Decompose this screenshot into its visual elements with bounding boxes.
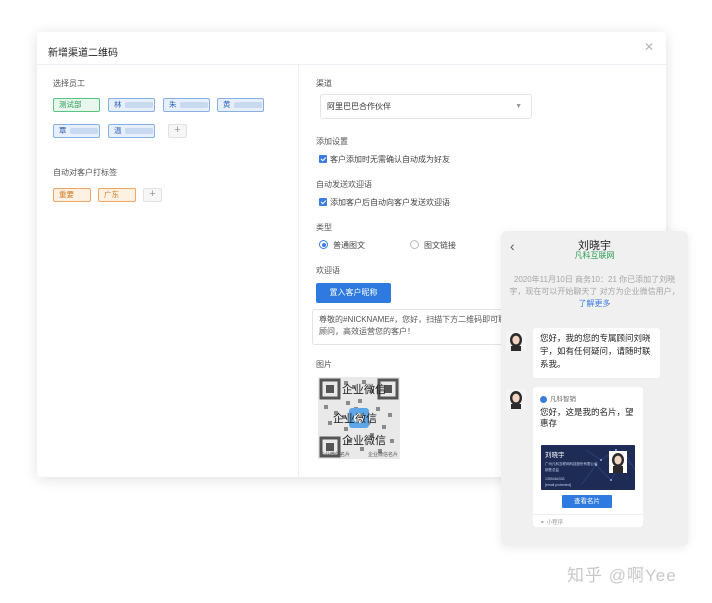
employee-chip[interactable]: 朱 — [163, 98, 210, 112]
insert-nickname-button[interactable]: 置入客户昵称 — [316, 283, 391, 303]
card-sender: 凡科智销 — [550, 396, 576, 403]
divider — [298, 65, 299, 477]
channel-select[interactable]: 阿里巴巴合作伙伴 ▼ — [320, 94, 532, 119]
view-card-button[interactable]: 查看名片 — [562, 495, 612, 508]
divider — [37, 64, 666, 65]
message-bubble: 您好，我的您的专属顾问刘晓宇，如有任何疑问，请随时联系我。 — [533, 328, 660, 378]
employee-chip[interactable]: 温 — [108, 124, 155, 138]
auto-welcome-checkbox[interactable] — [319, 198, 327, 206]
image-label: 图片 — [316, 360, 332, 369]
avatar — [506, 389, 526, 409]
auto-welcome-text: 添加客户后自动向客户发送欢迎语 — [330, 198, 450, 207]
qr-code-image[interactable]: 企业微信 企业微信 企业微信 企业微信名片 企业微信名片 — [318, 377, 400, 459]
avatar — [609, 451, 627, 473]
mini-program-icon: ⚭ — [540, 520, 545, 526]
tag-chip[interactable]: 广东 — [98, 188, 136, 202]
employee-chip[interactable]: 林 — [108, 98, 155, 112]
person-icon — [506, 331, 526, 351]
type-radio-link[interactable] — [410, 240, 419, 249]
person-icon — [506, 389, 526, 409]
avatar — [506, 331, 526, 351]
add-employee-button[interactable]: + — [168, 124, 187, 138]
qr-small-caption: 企业微信名片 — [320, 452, 351, 458]
person-icon — [612, 453, 624, 473]
auto-welcome-label: 自动发送欢迎语 — [316, 180, 372, 189]
employee-chip[interactable]: 覃 — [53, 124, 100, 138]
business-card-message[interactable]: 凡科智销 您好，这是我的名片，望惠存 刘晓宇 广州凡科互联网科技股份有限公司 销… — [533, 387, 643, 527]
add-tag-button[interactable]: + — [143, 188, 162, 202]
welcome-label: 欢迎语 — [316, 266, 340, 275]
employee-chip[interactable]: 黄 — [217, 98, 264, 112]
employee-label: 选择员工 — [53, 79, 85, 88]
type-label: 类型 — [316, 223, 332, 232]
tag-chip[interactable]: 重要 — [53, 188, 91, 202]
system-message: 2020年11月10日 商务10：21 你已添加了刘晓宇，现在可以开始聊天了 对… — [509, 275, 680, 308]
phone-preview: ‹ 刘晓宇 凡科互联网 2020年11月10日 商务10：21 你已添加了刘晓宇… — [501, 231, 688, 546]
qr-caption: 企业微信 — [342, 435, 386, 447]
watermark: 知乎 @啊Yee — [567, 566, 677, 585]
mini-program-label: 小程序 — [546, 520, 564, 526]
channel-label: 渠道 — [316, 79, 332, 88]
add-settings-label: 添加设置 — [316, 137, 348, 146]
learn-more-link[interactable]: 了解更多 — [579, 299, 611, 308]
sender-logo-icon — [540, 396, 547, 403]
card-email: [email protected] — [545, 483, 571, 487]
card-preview-image: 刘晓宇 广州凡科互联网科技股份有限公司 销售总监 1355464333 [ema… — [541, 445, 635, 490]
chat-header: ‹ 刘晓宇 凡科互联网 — [501, 231, 688, 266]
auto-friend-checkbox[interactable] — [319, 155, 327, 163]
card-title: 您好，这是我的名片，望惠存 — [540, 407, 634, 428]
employee-chip[interactable]: 测试部 — [53, 98, 100, 112]
chevron-down-icon: ▼ — [515, 103, 522, 110]
divider — [533, 514, 643, 515]
auto-tag-label: 自动对客户打标签 — [53, 168, 117, 177]
qr-caption: 企业微信 — [333, 413, 377, 425]
type-normal-text: 普通图文 — [333, 241, 365, 250]
auto-friend-text: 客户添加时无需确认自动成为好友 — [330, 155, 450, 164]
contact-org: 凡科互联网 — [574, 251, 615, 260]
qr-caption: 企业微信 — [342, 384, 386, 396]
close-icon[interactable]: ✕ — [644, 40, 654, 54]
qr-small-caption: 企业微信名片 — [368, 452, 399, 458]
dialog-title: 新增渠道二维码 — [48, 48, 118, 59]
type-link-text: 图文链接 — [424, 241, 456, 250]
type-radio-normal[interactable] — [319, 240, 328, 249]
